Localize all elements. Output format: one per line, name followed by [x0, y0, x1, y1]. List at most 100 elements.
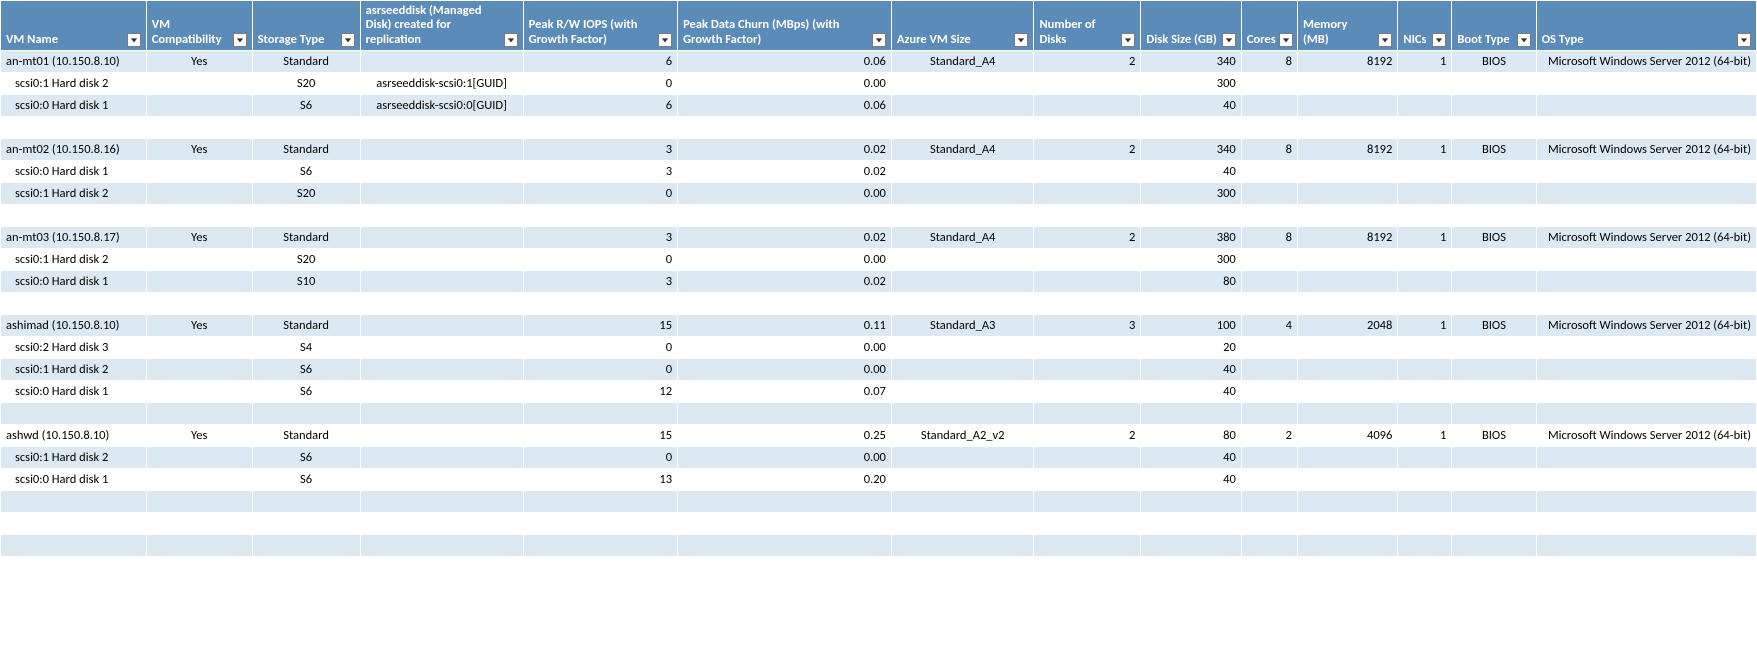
cell-churn[interactable]: 0.00 [678, 249, 892, 271]
cell-churn[interactable] [678, 491, 892, 513]
cell-churn[interactable]: 0.06 [678, 51, 892, 73]
cell-vm_name[interactable]: scsi0:1 Hard disk 2 [1, 249, 147, 271]
cell-num_disks[interactable] [1034, 403, 1141, 425]
cell-nics[interactable] [1398, 513, 1452, 535]
cell-az_size[interactable] [891, 249, 1034, 271]
cell-az_size[interactable] [891, 535, 1034, 557]
cell-nics[interactable]: 1 [1398, 425, 1452, 447]
cell-boot[interactable] [1452, 513, 1536, 535]
cell-asrseed[interactable] [360, 227, 523, 249]
cell-boot[interactable] [1452, 381, 1536, 403]
cell-boot[interactable] [1452, 337, 1536, 359]
cell-os[interactable] [1536, 359, 1756, 381]
cell-asrseed[interactable] [360, 183, 523, 205]
cell-disk_size[interactable] [1141, 293, 1241, 315]
cell-storage_type[interactable] [252, 293, 360, 315]
cell-vm_compat[interactable]: Yes [146, 51, 252, 73]
cell-disk_size[interactable] [1141, 117, 1241, 139]
cell-az_size[interactable] [891, 271, 1034, 293]
cell-nics[interactable] [1398, 117, 1452, 139]
cell-vm_compat[interactable]: Yes [146, 315, 252, 337]
cell-nics[interactable] [1398, 337, 1452, 359]
cell-boot[interactable] [1452, 95, 1536, 117]
cell-nics[interactable]: 1 [1398, 139, 1452, 161]
cell-az_size[interactable] [891, 359, 1034, 381]
cell-cores[interactable] [1241, 205, 1297, 227]
cell-disk_size[interactable]: 80 [1141, 425, 1241, 447]
cell-az_size[interactable] [891, 491, 1034, 513]
cell-vm_compat[interactable]: Yes [146, 227, 252, 249]
cell-iops[interactable]: 6 [523, 95, 677, 117]
cell-boot[interactable] [1452, 535, 1536, 557]
cell-nics[interactable] [1398, 447, 1452, 469]
cell-storage_type[interactable] [252, 117, 360, 139]
cell-nics[interactable] [1398, 381, 1452, 403]
cell-boot[interactable]: BIOS [1452, 425, 1536, 447]
cell-boot[interactable] [1452, 205, 1536, 227]
filter-dropdown-icon[interactable] [127, 33, 141, 47]
cell-disk_size[interactable]: 300 [1141, 183, 1241, 205]
cell-boot[interactable]: BIOS [1452, 139, 1536, 161]
cell-disk_size[interactable]: 40 [1141, 161, 1241, 183]
cell-vm_name[interactable]: an-mt03 (10.150.8.17) [1, 227, 147, 249]
cell-memory[interactable] [1297, 205, 1397, 227]
cell-num_disks[interactable] [1034, 249, 1141, 271]
cell-memory[interactable]: 8192 [1297, 51, 1397, 73]
cell-vm_name[interactable]: an-mt02 (10.150.8.16) [1, 139, 147, 161]
cell-cores[interactable] [1241, 535, 1297, 557]
cell-cores[interactable] [1241, 161, 1297, 183]
cell-iops[interactable] [523, 513, 677, 535]
cell-memory[interactable]: 2048 [1297, 315, 1397, 337]
cell-nics[interactable] [1398, 249, 1452, 271]
cell-os[interactable] [1536, 535, 1756, 557]
cell-vm_compat[interactable] [146, 359, 252, 381]
cell-disk_size[interactable] [1141, 491, 1241, 513]
cell-churn[interactable]: 0.02 [678, 161, 892, 183]
cell-iops[interactable]: 3 [523, 271, 677, 293]
cell-disk_size[interactable] [1141, 403, 1241, 425]
cell-num_disks[interactable] [1034, 337, 1141, 359]
cell-os[interactable] [1536, 249, 1756, 271]
cell-boot[interactable] [1452, 447, 1536, 469]
cell-os[interactable] [1536, 491, 1756, 513]
cell-num_disks[interactable]: 2 [1034, 425, 1141, 447]
cell-asrseed[interactable] [360, 425, 523, 447]
cell-asrseed[interactable] [360, 469, 523, 491]
cell-az_size[interactable] [891, 117, 1034, 139]
cell-vm_name[interactable]: scsi0:0 Hard disk 1 [1, 271, 147, 293]
cell-vm_name[interactable] [1, 293, 147, 315]
filter-dropdown-icon[interactable] [1517, 33, 1531, 47]
cell-vm_compat[interactable] [146, 161, 252, 183]
cell-memory[interactable]: 8192 [1297, 227, 1397, 249]
cell-asrseed[interactable] [360, 337, 523, 359]
cell-disk_size[interactable]: 300 [1141, 249, 1241, 271]
cell-cores[interactable] [1241, 513, 1297, 535]
cell-asrseed[interactable] [360, 381, 523, 403]
cell-memory[interactable] [1297, 381, 1397, 403]
cell-az_size[interactable]: Standard_A2_v2 [891, 425, 1034, 447]
cell-cores[interactable]: 2 [1241, 425, 1297, 447]
cell-os[interactable]: Microsoft Windows Server 2012 (64-bit) [1536, 425, 1756, 447]
filter-dropdown-icon[interactable] [504, 33, 518, 47]
cell-asrseed[interactable] [360, 293, 523, 315]
cell-os[interactable] [1536, 447, 1756, 469]
cell-churn[interactable]: 0.02 [678, 227, 892, 249]
cell-memory[interactable] [1297, 73, 1397, 95]
cell-iops[interactable] [523, 535, 677, 557]
cell-vm_compat[interactable] [146, 293, 252, 315]
cell-memory[interactable] [1297, 491, 1397, 513]
cell-os[interactable] [1536, 117, 1756, 139]
cell-churn[interactable]: 0.07 [678, 381, 892, 403]
cell-churn[interactable] [678, 117, 892, 139]
cell-cores[interactable] [1241, 95, 1297, 117]
cell-vm_compat[interactable] [146, 381, 252, 403]
cell-asrseed[interactable] [360, 139, 523, 161]
cell-az_size[interactable] [891, 183, 1034, 205]
cell-nics[interactable] [1398, 469, 1452, 491]
cell-cores[interactable] [1241, 293, 1297, 315]
cell-disk_size[interactable]: 40 [1141, 95, 1241, 117]
cell-nics[interactable] [1398, 293, 1452, 315]
cell-os[interactable] [1536, 183, 1756, 205]
cell-cores[interactable] [1241, 447, 1297, 469]
cell-os[interactable] [1536, 271, 1756, 293]
